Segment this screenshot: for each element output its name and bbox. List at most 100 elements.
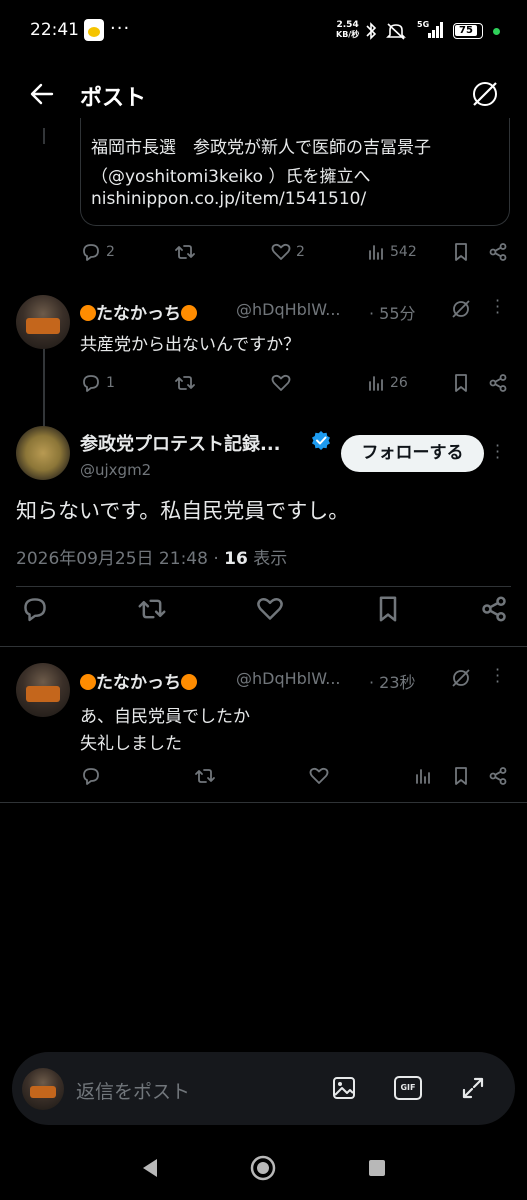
status-bar: 22:41 ··· 2.54 KB/秒 5G 75: [0, 0, 527, 64]
more-notifications-icon: ···: [110, 18, 131, 39]
analytics-icon: [369, 245, 383, 260]
nav-back-icon[interactable]: [140, 1157, 160, 1179]
post-text-line: あ、自民党員でしたか: [80, 707, 250, 727]
view-count[interactable]: 16: [224, 549, 248, 569]
gif-icon[interactable]: GIF: [394, 1076, 422, 1100]
grok-icon[interactable]: [450, 667, 472, 689]
divider: [0, 802, 527, 803]
more-options-icon[interactable]: · · ·: [495, 293, 500, 321]
post-meta: 2026年09月25日 21:48 · 16 表示: [16, 544, 287, 569]
battery-level: 75: [455, 25, 477, 36]
repost-icon: [175, 245, 195, 259]
bookmark-icon[interactable]: [451, 242, 471, 262]
author-handle[interactable]: @hDqHblW...: [236, 669, 341, 688]
status-time: 22:41: [30, 20, 79, 40]
reply-icon[interactable]: [80, 766, 102, 786]
more-options-icon[interactable]: · · ·: [495, 438, 500, 466]
orange-circle-emoji: [181, 674, 197, 690]
card-text-line: （@yoshitomi3keiko ）氏を擁立へ: [91, 167, 371, 187]
reply-action[interactable]: 1: [80, 373, 115, 393]
repost-icon[interactable]: [137, 595, 167, 623]
reply-icon: [83, 375, 99, 392]
battery-indicator: 75: [453, 23, 483, 39]
post-time: · 55分: [369, 304, 416, 323]
post-text-line: 失礼しました: [80, 734, 182, 754]
orange-circle-emoji: [80, 674, 96, 690]
privacy-dot: [493, 28, 500, 35]
verified-badge-icon[interactable]: [311, 430, 331, 450]
analytics-icon[interactable]: [413, 766, 433, 786]
author-handle[interactable]: @ujxgm2: [80, 461, 151, 479]
reply-count: 1: [106, 375, 115, 391]
repost-action[interactable]: [174, 373, 196, 393]
post-time: · 23秒: [369, 673, 416, 692]
view-label: 表示: [253, 549, 288, 569]
repost-icon: [175, 376, 195, 390]
main-post-text: 知らないです。私自民党員ですし。: [16, 499, 350, 523]
expand-icon[interactable]: [460, 1075, 486, 1101]
bluetooth-icon: [366, 22, 377, 40]
author-name[interactable]: たなかっち: [80, 299, 197, 324]
orange-circle-emoji: [80, 305, 96, 321]
heart-icon[interactable]: [308, 766, 330, 786]
reply-icon: [83, 244, 99, 261]
like-action[interactable]: 2: [270, 242, 305, 262]
avatar[interactable]: [16, 426, 70, 480]
more-options-icon[interactable]: · · ·: [495, 662, 500, 690]
reply-count: 2: [106, 244, 115, 260]
avatar: [22, 1068, 64, 1110]
back-arrow-icon[interactable]: [28, 80, 56, 108]
grok-icon[interactable]: [469, 78, 501, 110]
bookmark-icon[interactable]: [451, 766, 471, 786]
speed-value: 2.54: [336, 20, 359, 30]
like-count: 2: [296, 244, 305, 260]
bookmark-icon[interactable]: [374, 595, 402, 623]
heart-icon: [271, 374, 291, 391]
heart-icon: [271, 243, 291, 260]
like-action[interactable]: [270, 373, 292, 393]
author-name-text: たなかっち: [96, 673, 181, 693]
page-title: ポスト: [80, 86, 147, 111]
image-icon[interactable]: [331, 1075, 357, 1101]
thread-line: [43, 348, 45, 428]
speed-unit: KB/秒: [336, 30, 360, 39]
orange-circle-emoji: [181, 305, 197, 321]
author-name[interactable]: 参政党プロテスト記録...: [80, 430, 281, 456]
avatar[interactable]: [16, 663, 70, 717]
reply-icon[interactable]: [20, 595, 50, 623]
repost-action[interactable]: [174, 242, 196, 262]
network-speed: 2.54 KB/秒: [336, 20, 359, 40]
views-count: 26: [390, 375, 408, 391]
card-url[interactable]: nishinippon.co.jp/item/1541510/: [91, 189, 366, 209]
repost-icon[interactable]: [194, 766, 216, 786]
divider: [0, 646, 527, 647]
card-text-line: 福岡市長選 参政党が新人で医師の吉冨景子: [91, 138, 431, 158]
author-name-text: たなかっち: [96, 304, 181, 324]
bookmark-icon[interactable]: [451, 373, 471, 393]
follow-button[interactable]: フォローする: [341, 435, 484, 472]
heart-icon[interactable]: [255, 595, 285, 623]
reply-action[interactable]: 2: [80, 242, 115, 262]
post-text: 共産党から出ないんですか？: [80, 335, 301, 355]
nav-home-icon[interactable]: [250, 1155, 276, 1181]
nav-recents-icon[interactable]: [368, 1159, 386, 1177]
app-notification-icon: [84, 19, 104, 41]
author-handle[interactable]: @hDqHblW...: [236, 300, 341, 319]
share-icon[interactable]: [488, 766, 508, 786]
avatar[interactable]: [16, 295, 70, 349]
divider: [16, 586, 511, 587]
views-action[interactable]: 26: [366, 373, 408, 393]
separator: ·: [213, 549, 219, 569]
post-date: 2026年09月25日 21:48: [16, 549, 208, 569]
reply-input[interactable]: 返信をポスト: [76, 1077, 190, 1104]
share-icon[interactable]: [480, 595, 508, 623]
mute-icon: [386, 23, 406, 40]
share-icon[interactable]: [488, 242, 508, 262]
views-action[interactable]: 542: [366, 242, 417, 262]
signal-icon: [428, 22, 443, 38]
analytics-icon: [369, 376, 383, 391]
grok-icon[interactable]: [450, 298, 472, 320]
share-icon[interactable]: [488, 373, 508, 393]
author-name[interactable]: たなかっち: [80, 668, 197, 693]
views-count: 542: [390, 244, 417, 260]
